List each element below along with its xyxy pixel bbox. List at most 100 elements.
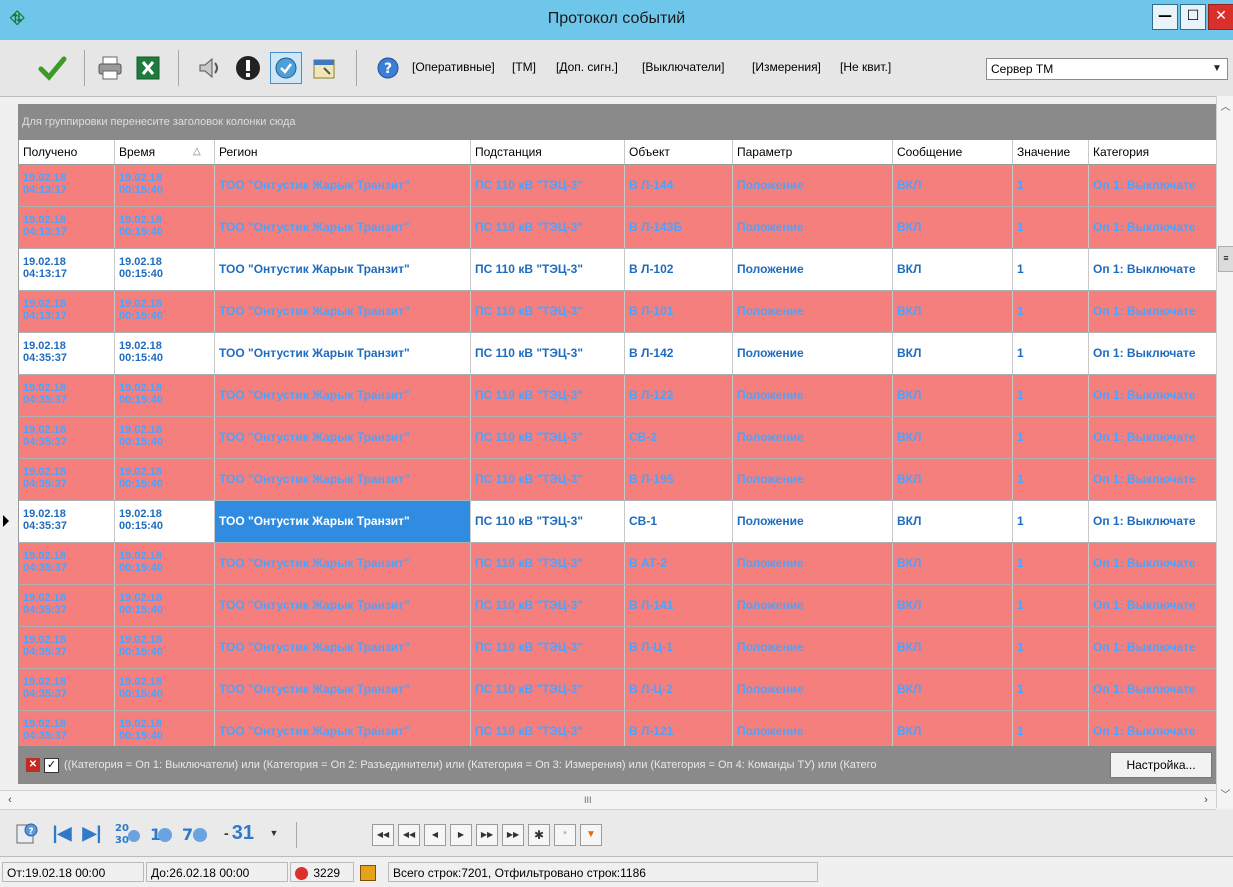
cell-object[interactable]: В Л-122 (625, 375, 733, 416)
filter-tm[interactable]: [ТМ] (512, 60, 536, 74)
cell-value[interactable]: 1 (1013, 417, 1089, 458)
first-page-icon[interactable]: ◀◀ (372, 824, 394, 846)
cell-category[interactable]: Оп 1: Выключате (1089, 333, 1217, 374)
scroll-right-icon[interactable]: › (1198, 791, 1214, 809)
table-row[interactable]: 19.02.18 04:35:37 19.02.18 00:15:40 ТОО "Онт… (3, 501, 1217, 543)
cell-parameter[interactable]: Положение (733, 333, 893, 374)
cell-category[interactable]: Оп 1: Выключате (1089, 543, 1217, 584)
cell-object[interactable]: В Л-144 (625, 165, 733, 206)
vertical-scrollbar[interactable]: ︿ ≡ ﹀ (1216, 96, 1233, 808)
cell-received[interactable]: 19.02.18 04:35:37 (19, 543, 115, 584)
cell-received[interactable]: 19.02.18 04:35:37 (19, 417, 115, 458)
scroll-left-icon[interactable]: ‹ (2, 791, 18, 809)
cell-category[interactable]: Оп 1: Выключате (1089, 249, 1217, 290)
cell-value[interactable]: 1 (1013, 375, 1089, 416)
cell-parameter[interactable]: Положение (733, 291, 893, 332)
filter-additional-signals[interactable]: [Доп. сигн.] (556, 60, 618, 74)
cell-parameter[interactable]: Положение (733, 627, 893, 668)
cell-category[interactable]: Оп 1: Выключате (1089, 585, 1217, 626)
cell-value[interactable]: 1 (1013, 333, 1089, 374)
cell-message[interactable]: ВКЛ (893, 669, 1013, 710)
event-search-icon[interactable]: ? (12, 820, 42, 846)
cell-received[interactable]: 19.02.18 04:35:37 (19, 459, 115, 500)
column-header-category[interactable]: Категория (1089, 140, 1217, 164)
cell-category[interactable]: Оп 1: Выключате (1089, 207, 1217, 248)
cell-time[interactable]: 19.02.18 00:15:40 (115, 501, 215, 542)
cell-message[interactable]: ВКЛ (893, 501, 1013, 542)
cell-substation[interactable]: ПС 110 кВ "ТЭЦ-3" (471, 459, 625, 500)
cell-substation[interactable]: ПС 110 кВ "ТЭЦ-3" (471, 585, 625, 626)
table-row[interactable]: 19.02.18 04:35:37 19.02.18 00:15:40 ТОО "Онт… (19, 375, 1217, 417)
cell-region[interactable]: ТОО "Онтустик Жарык Транзит" (215, 669, 471, 710)
column-header-value[interactable]: Значение (1013, 140, 1089, 164)
cell-parameter[interactable]: Положение (733, 585, 893, 626)
cell-substation[interactable]: ПС 110 кВ "ТЭЦ-3" (471, 333, 625, 374)
cell-received[interactable]: 19.02.18 04:35:37 (19, 627, 115, 668)
cell-value[interactable]: 1 (1013, 627, 1089, 668)
column-header-object[interactable]: Объект (625, 140, 733, 164)
printer-icon[interactable] (94, 52, 126, 84)
cell-substation[interactable]: ПС 110 кВ "ТЭЦ-3" (471, 291, 625, 332)
cell-region[interactable]: ТОО "Онтустик Жарык Транзит" (215, 585, 471, 626)
cell-substation[interactable]: ПС 110 кВ "ТЭЦ-3" (471, 165, 625, 206)
scroll-up-icon[interactable]: ︿ (1217, 98, 1233, 113)
cell-region[interactable]: ТОО "Онтустик Жарык Транзит" (215, 417, 471, 458)
cell-object[interactable]: В АТ-2 (625, 543, 733, 584)
scroll-down-icon[interactable]: ﹀ (1217, 786, 1233, 801)
cell-object[interactable]: В Л-101 (625, 291, 733, 332)
cell-time[interactable]: 19.02.18 00:15:40 (115, 375, 215, 416)
previous-record-icon[interactable]: ◀ (424, 824, 446, 846)
cell-parameter[interactable]: Положение (733, 501, 893, 542)
cell-value[interactable]: 1 (1013, 543, 1089, 584)
table-row[interactable]: 19.02.18 04:35:37 19.02.18 00:15:40 ТОО "Онт… (19, 585, 1217, 627)
cell-value[interactable]: 1 (1013, 249, 1089, 290)
column-header-parameter[interactable]: Параметр (733, 140, 893, 164)
cell-received[interactable]: 19.02.18 04:35:37 (19, 375, 115, 416)
cell-time[interactable]: 19.02.18 00:15:40 (115, 249, 215, 290)
cell-message[interactable]: ВКЛ (893, 249, 1013, 290)
cell-region[interactable]: ТОО "Онтустик Жарык Транзит" (215, 375, 471, 416)
cell-region[interactable]: ТОО "Онтустик Жарык Транзит" (215, 543, 471, 584)
cell-parameter[interactable]: Положение (733, 207, 893, 248)
group-by-panel[interactable]: Для группировки перенесите заголовок кол… (18, 104, 1216, 140)
cell-substation[interactable]: ПС 110 кВ "ТЭЦ-3" (471, 543, 625, 584)
week-icon[interactable]: 7 (180, 820, 212, 846)
cell-time[interactable]: 19.02.18 00:15:40 (115, 669, 215, 710)
column-header-region[interactable]: Регион (215, 140, 471, 164)
cell-received[interactable]: 19.02.18 04:13:17 (19, 249, 115, 290)
cell-message[interactable]: ВКЛ (893, 291, 1013, 332)
cell-parameter[interactable]: Положение (733, 543, 893, 584)
cell-category[interactable]: Оп 1: Выключате (1089, 417, 1217, 458)
cell-time[interactable]: 19.02.18 00:15:40 (115, 627, 215, 668)
cell-message[interactable]: ВКЛ (893, 165, 1013, 206)
filter-breakers[interactable]: [Выключатели] (642, 60, 724, 74)
cell-region[interactable]: ТОО "Онтустик Жарык Транзит" (215, 459, 471, 500)
cell-time[interactable]: 19.02.18 00:15:40 (115, 165, 215, 206)
last-record-icon[interactable]: ▶| (80, 820, 104, 846)
cell-message[interactable]: ВКЛ (893, 543, 1013, 584)
cell-received[interactable]: 19.02.18 04:13:17 (19, 207, 115, 248)
cell-value[interactable]: 1 (1013, 501, 1089, 542)
cell-object[interactable]: СВ-2 (625, 417, 733, 458)
cell-category[interactable]: Оп 1: Выключате (1089, 669, 1217, 710)
last-page-icon[interactable]: ▶▶ (502, 824, 524, 846)
cell-object[interactable]: В Л-143Б (625, 207, 733, 248)
cell-parameter[interactable]: Положение (733, 375, 893, 416)
cell-object[interactable]: В Л-Ц-1 (625, 627, 733, 668)
cell-parameter[interactable]: Положение (733, 249, 893, 290)
cell-received[interactable]: 19.02.18 04:35:37 (19, 333, 115, 374)
cell-region[interactable]: ТОО "Онтустик Жарык Транзит" (215, 627, 471, 668)
filter-unacknowledged[interactable]: [Не квит.] (840, 60, 891, 74)
cell-received[interactable]: 19.02.18 04:35:37 (19, 501, 115, 542)
cell-substation[interactable]: ПС 110 кВ "ТЭЦ-3" (471, 669, 625, 710)
cell-message[interactable]: ВКЛ (893, 333, 1013, 374)
cell-time[interactable]: 19.02.18 00:15:40 (115, 291, 215, 332)
cell-region[interactable]: ТОО "Онтустик Жарык Транзит" (215, 165, 471, 206)
cell-value[interactable]: 1 (1013, 207, 1089, 248)
cell-time[interactable]: 19.02.18 00:15:40 (115, 585, 215, 626)
sound-icon[interactable] (194, 52, 226, 84)
table-row[interactable]: 19.02.18 04:35:37 19.02.18 00:15:40 ТОО "Онт… (19, 543, 1217, 585)
cell-message[interactable]: ВКЛ (893, 627, 1013, 668)
minimize-button[interactable]: — (1152, 4, 1178, 30)
cell-category[interactable]: Оп 1: Выключате (1089, 459, 1217, 500)
